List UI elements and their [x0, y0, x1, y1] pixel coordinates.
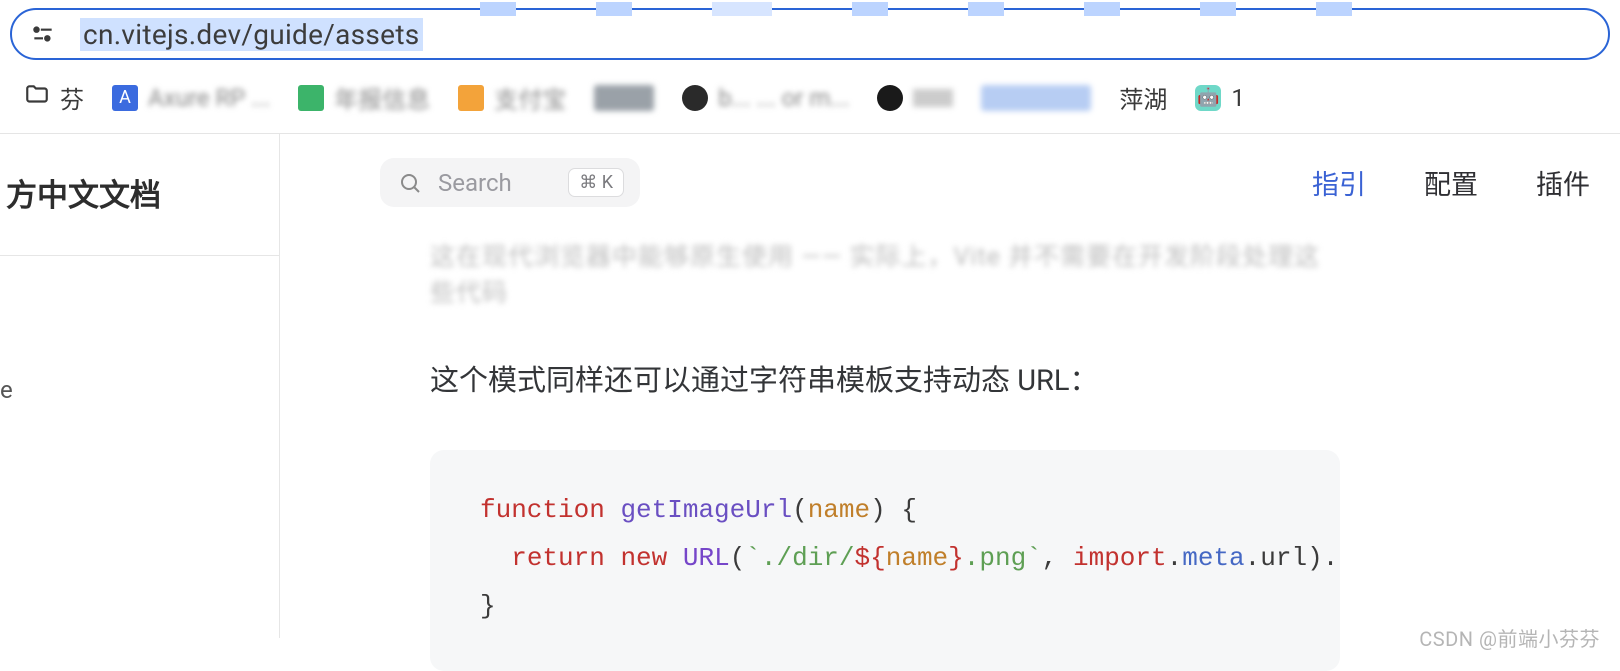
site-title: 方中文文档 — [0, 170, 279, 215]
search-shortcut: ⌘ K — [568, 168, 624, 197]
bookmark-label: 萍湖 — [1119, 80, 1167, 115]
code-token: name — [808, 495, 870, 525]
favicon-icon — [682, 85, 708, 111]
paragraph: 这个模式同样还可以通过字符串模板支持动态 URL： — [430, 357, 1340, 406]
nav-guide[interactable]: 指引 — [1312, 163, 1366, 202]
code-token: return — [511, 543, 605, 573]
url-text[interactable]: cn.vitejs.dev/guide/assets — [80, 18, 423, 51]
code-token: . — [1323, 543, 1339, 573]
sidebar-item[interactable]: e — [0, 376, 279, 404]
code-token: meta — [1182, 543, 1244, 573]
nav-config[interactable]: 配置 — [1424, 163, 1478, 202]
favicon-icon: A — [112, 85, 138, 111]
code-token: } — [948, 543, 964, 573]
favicon-icon — [458, 85, 484, 111]
code-token: . — [1167, 543, 1183, 573]
bookmark-label: Axure RP ... — [148, 84, 270, 112]
code-token: } — [480, 591, 496, 621]
code-token: ) — [1307, 543, 1323, 573]
code-token: URL — [683, 543, 730, 573]
favicon-icon — [981, 85, 1091, 111]
bookmark-label — [913, 89, 953, 107]
search-icon — [398, 171, 422, 195]
bookmark-item[interactable]: 支付宝 — [458, 80, 566, 115]
code-token: import — [1073, 543, 1167, 573]
bookmark-item[interactable]: b... ... or m... — [682, 84, 849, 112]
code-token: name — [886, 543, 948, 573]
favicon-icon — [594, 85, 654, 111]
code-token: url — [1260, 543, 1307, 573]
code-token: href — [1338, 543, 1340, 573]
code-token: .png` — [964, 543, 1042, 573]
code-token: ${ — [855, 543, 886, 573]
bookmark-item[interactable] — [594, 85, 654, 111]
watermark: CSDN @前端小芬芬 — [1419, 623, 1600, 652]
robot-icon: 🤖 — [1195, 85, 1221, 111]
bookmark-item[interactable]: 年报信息 — [298, 80, 430, 115]
code-token: { — [901, 495, 917, 525]
search-placeholder: Search — [438, 169, 552, 197]
blurred-text: 这在现代浏览器中能够原生使用 —— 实际上，Vite 并不需要在开发阶段处理这些… — [430, 237, 1340, 309]
code-token: `./dir/ — [745, 543, 854, 573]
favicon-icon — [298, 85, 324, 111]
code-token: ( — [792, 495, 808, 525]
nav-plugins[interactable]: 插件 — [1536, 163, 1590, 202]
code-token: function — [480, 495, 605, 525]
code-token: ) — [870, 495, 886, 525]
bookmark-item[interactable]: A Axure RP ... — [112, 84, 270, 112]
bookmark-folder[interactable]: 芬 — [24, 80, 84, 115]
bookmark-item[interactable]: 🤖 1 — [1195, 84, 1245, 112]
code-token: . — [1245, 543, 1261, 573]
search-input[interactable]: Search ⌘ K — [380, 158, 640, 207]
folder-icon — [24, 82, 50, 114]
code-token: ( — [730, 543, 746, 573]
bookmark-label: 支付宝 — [494, 80, 566, 115]
favicon-icon — [877, 85, 903, 111]
code-block[interactable]: function getImageUrl(name) { return new … — [430, 450, 1340, 670]
bookmark-label: 芬 — [60, 80, 84, 115]
code-token: , — [1042, 543, 1058, 573]
code-token: getImageUrl — [620, 495, 792, 525]
code-token: new — [620, 543, 667, 573]
sidebar: 方中文文档 e — [0, 134, 280, 638]
bookmark-label: 年报信息 — [334, 80, 430, 115]
topbar: Search ⌘ K 指引 配置 插件 — [280, 134, 1620, 227]
bookmark-item[interactable] — [877, 85, 953, 111]
bookmark-item[interactable] — [981, 85, 1091, 111]
bookmark-label: 1 — [1231, 84, 1245, 112]
site-controls-icon[interactable] — [30, 21, 56, 47]
bookmarks-bar: 芬 A Axure RP ... 年报信息 支付宝 b... ... or m.… — [10, 60, 1610, 133]
top-nav: 指引 配置 插件 — [1312, 163, 1590, 202]
main-content: 这在现代浏览器中能够原生使用 —— 实际上，Vite 并不需要在开发阶段处理这些… — [280, 227, 1340, 671]
tab-handles — [480, 2, 1352, 16]
bookmark-label: b... ... or m... — [718, 84, 849, 112]
bookmark-item[interactable]: 萍湖 — [1119, 80, 1167, 115]
